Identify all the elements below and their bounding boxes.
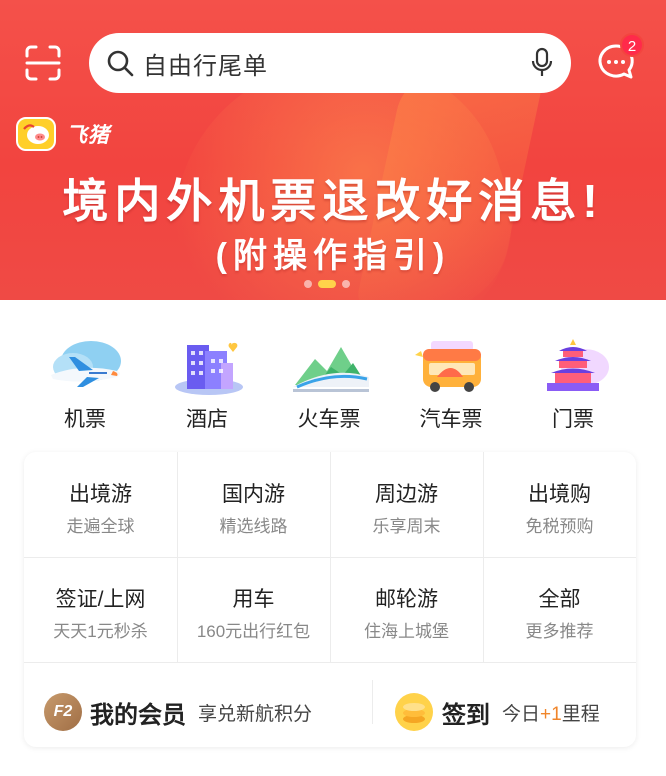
service-subtitle: 天天1元秒杀 [53,622,148,641]
service-subtitle: 乐享周末 [372,517,441,536]
search-icon [107,50,134,77]
message-badge: 2 [620,33,644,57]
category-hotel[interactable]: 酒店 [157,337,257,437]
divider [372,680,373,724]
brand-name: 飞猪 [66,124,110,147]
category-bus[interactable]: 汽车票 [401,337,501,437]
service-title: 出境购 [528,483,591,506]
member-title: 我的会员 [90,701,186,729]
service-domestic-tour[interactable]: 国内游 精选线路 [177,452,330,557]
microphone-icon[interactable] [531,47,553,79]
temple-icon [547,339,609,391]
category-label: 机票 [64,408,106,431]
category-tickets[interactable]: 门票 [523,337,623,437]
category-label: 火车票 [297,408,361,431]
category-label: 汽车票 [419,408,483,431]
member-level-badge: F2 [44,693,82,731]
service-subtitle: 免税预购 [525,517,594,536]
brand-logo: 飞猪 [16,117,110,151]
pig-logo-icon [16,117,56,151]
service-outbound-tour[interactable]: 出境游 走遍全球 [24,452,177,557]
checkin-prefix: 今日 [502,703,541,725]
carousel-dot [342,280,350,288]
service-all[interactable]: 全部 更多推荐 [483,557,636,662]
train-icon [293,347,369,392]
checkin-plus: +1 [540,703,562,725]
service-duty-free[interactable]: 出境购 免税预购 [483,452,636,557]
banner-title: 境内外机票退改好消息! [62,175,604,227]
service-title: 签证/上网 [55,588,146,611]
service-grid: 出境游 走遍全球 国内游 精选线路 周边游 乐享周末 出境购 免税预购 签证/上… [24,452,636,747]
service-title: 用车 [232,588,275,611]
service-subtitle: 住海上城堡 [364,622,449,641]
search-input[interactable]: 自由行尾单 [143,46,268,81]
service-car-rental[interactable]: 用车 160元出行红包 [177,557,330,662]
service-title: 邮轮游 [375,588,438,611]
category-label: 酒店 [186,408,228,431]
service-title: 周边游 [375,483,438,506]
category-label: 门票 [552,408,594,431]
service-subtitle: 更多推荐 [525,622,594,641]
member-subtitle: 享兑新航积分 [198,703,313,725]
banner-subtitle: (附操作指引) [215,237,451,275]
scan-icon[interactable] [24,44,62,82]
service-title: 出境游 [69,483,132,506]
category-train[interactable]: 火车票 [279,337,379,437]
hero-banner[interactable]: 自由行尾单 2 飞猪 境内外机票退改好消息! (附操作指引) [0,0,666,300]
carousel-indicator [304,280,350,288]
hotel-icon [175,342,243,395]
service-cruise[interactable]: 邮轮游 住海上城堡 [330,557,483,662]
checkin-reward: 今日+1里程 [502,699,600,726]
bus-icon [415,341,481,392]
airplane-icon [51,341,121,387]
category-flights[interactable]: 机票 [35,337,135,437]
divider [24,662,636,663]
service-nearby-tour[interactable]: 周边游 乐享周末 [330,452,483,557]
member-entry[interactable]: F2 我的会员 享兑新航积分 [44,682,312,742]
checkin-suffix: 里程 [561,703,600,725]
service-visa-internet[interactable]: 签证/上网 天天1元秒杀 [24,557,177,662]
service-subtitle: 精选线路 [219,517,288,536]
category-row: 机票 酒店 火车票 汽车票 门票 [0,337,666,437]
checkin-title: 签到 [442,701,490,729]
carousel-dot-active [318,280,336,288]
service-subtitle: 走遍全球 [66,517,135,536]
checkin-entry[interactable]: 签到 今日+1里程 [394,682,600,742]
search-bar[interactable]: 自由行尾单 [89,33,571,93]
coin-stack-icon [395,693,433,731]
service-title: 全部 [538,588,581,611]
service-title: 国内游 [222,483,285,506]
main-content: 机票 酒店 火车票 汽车票 门票 出境游 走遍全球 国内游 精选线路 周边游 乐… [0,300,666,776]
service-subtitle: 160元出行红包 [196,622,311,641]
carousel-dot [304,280,312,288]
